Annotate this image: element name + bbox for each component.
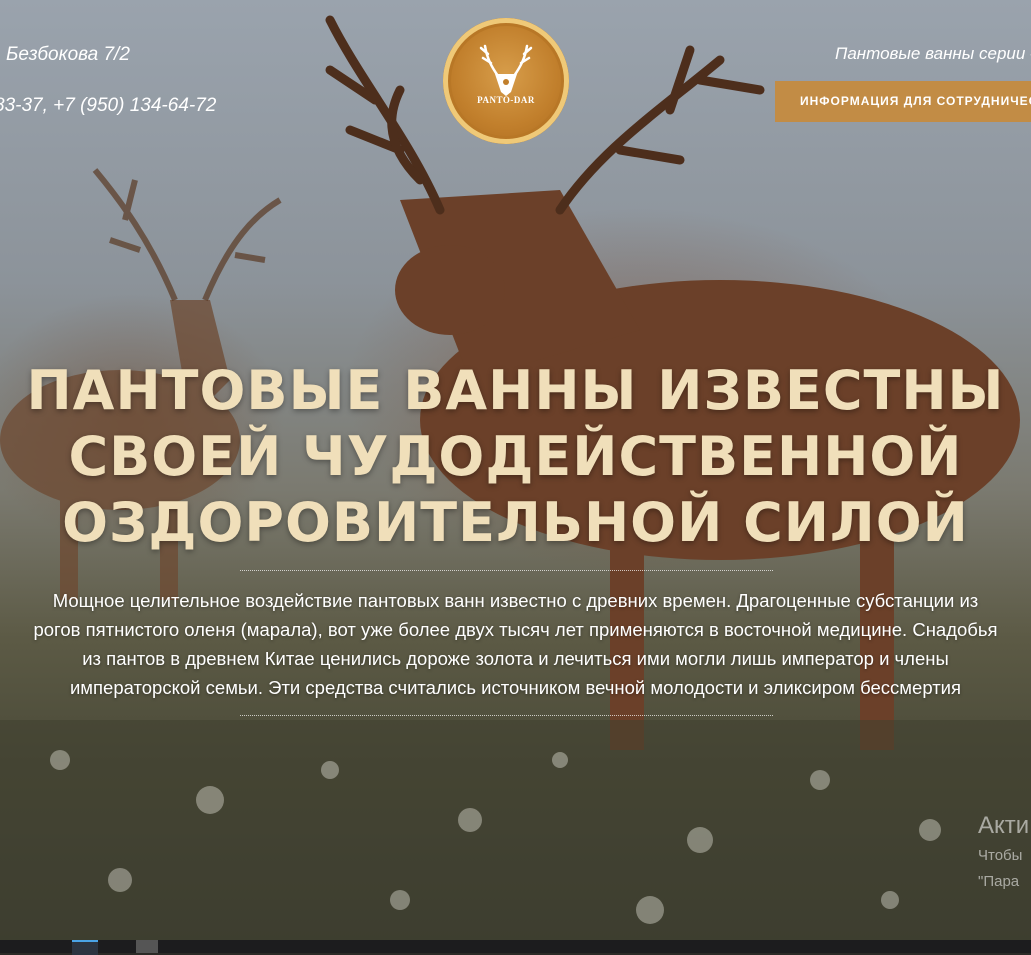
windows-activation-line2: "Пара [978,873,1020,890]
taskbar-app-icon[interactable] [136,940,158,953]
divider-top [240,570,773,571]
divider-bottom [240,715,773,716]
page-headline: ПАНТОВЫЕ ВАННЫ ИЗВЕСТНЫ СВОЕЙ ЧУДОДЕЙСТВ… [0,358,1031,556]
headline-line: СВОЕЙ ЧУДОДЕЙСТВЕННОЙ [68,425,963,488]
paragraph-line: Мощное целительное воздействие пантовых … [52,590,979,611]
windows-activation-title: Акти [978,812,1030,839]
paragraph-line: императорской семьи. Эти средства считал… [69,677,962,698]
phone-numbers[interactable]: 83-37, +7 (950) 134-64-72 [0,95,216,117]
panto-dar-logo[interactable]: PANTO-DAR [443,18,569,144]
windows-activation-line1: Чтобы [978,847,1023,864]
taskbar [0,940,1031,955]
headline-line: ПАНТОВЫЕ ВАННЫ ИЗВЕСТНЫ [26,359,1005,422]
cooperation-info-button[interactable]: ИНФОРМАЦИЯ ДЛЯ СОТРУДНИЧЕСТВА [775,81,1031,122]
logo-text: PANTO-DAR [477,95,535,105]
address-text: Безбокова 7/2 [6,44,130,65]
series-link[interactable]: Пантовые ванны серии « [835,44,1031,64]
intro-paragraph: Мощное целительное воздействие пантовых … [0,586,1031,702]
paragraph-line: из пантов в древнем Китае ценились дорож… [82,648,949,669]
headline-line: ОЗДОРОВИТЕЛЬНОЙ СИЛОЙ [62,491,969,554]
paragraph-line: рогов пятнистого оленя (марала), вот уже… [33,619,998,640]
deer-head-icon [479,44,533,96]
